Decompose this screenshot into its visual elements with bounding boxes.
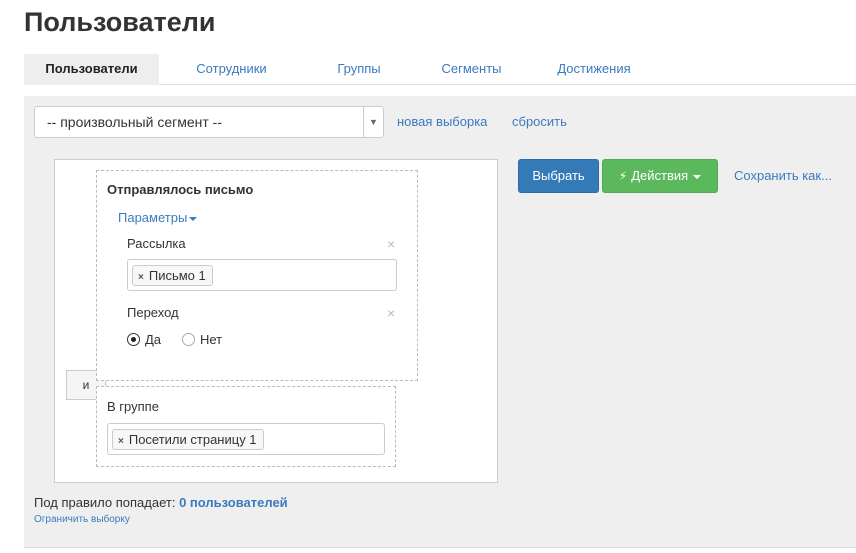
email-rule-group: Отправлялось письмо Параметры Рассылка ×… — [96, 170, 418, 381]
email-rule-title: Отправлялось письмо — [107, 182, 254, 197]
group-rule-group: В группе × Посетили страницу 1 — [96, 386, 396, 467]
triangle-down-icon[interactable]: ▼ — [363, 107, 383, 137]
summary-prefix: Под правило попадает: — [34, 495, 176, 510]
caret-down-icon — [693, 174, 702, 179]
tab-segments[interactable]: Сегменты — [414, 54, 529, 85]
new-selection-link[interactable]: новая выборка — [397, 114, 487, 130]
tag-remove-icon[interactable]: × — [118, 436, 124, 447]
group-tag-input[interactable]: × Посетили страницу 1 — [107, 423, 385, 455]
radio-yes-circle[interactable] — [127, 333, 140, 346]
tab-employees[interactable]: Сотрудники — [159, 54, 304, 85]
remove-mailing-icon[interactable]: × — [387, 237, 395, 251]
tab-achievements[interactable]: Достижения — [529, 54, 659, 85]
mailing-tag-label: Письмо 1 — [148, 268, 206, 283]
params-label: Параметры — [118, 210, 188, 225]
radio-yes[interactable]: Да — [127, 332, 167, 348]
group-tag-label: Посетили страницу 1 — [128, 432, 257, 447]
tag-remove-icon[interactable]: × — [138, 272, 144, 283]
radio-yes-label: Да — [145, 332, 162, 347]
reset-link[interactable]: сбросить — [512, 114, 567, 130]
transition-label: Переход — [127, 305, 179, 320]
params-dropdown[interactable]: Параметры — [118, 210, 198, 226]
segment-select-value: -- произвольный сегмент -- — [47, 114, 222, 130]
limit-selection-link[interactable]: Ограничить выборку — [34, 514, 130, 526]
mailing-tag: × Письмо 1 — [132, 265, 213, 286]
actions-label: Действия — [631, 168, 689, 183]
remove-transition-icon[interactable]: × — [387, 306, 395, 320]
mailing-tag-input[interactable]: × Письмо 1 — [127, 259, 397, 291]
rule-summary: Под правило попадает: 0 пользователей — [34, 495, 288, 511]
save-as-link[interactable]: Сохранить как... — [734, 168, 832, 184]
user-count-link[interactable]: 0 пользователей — [179, 495, 288, 510]
lightning-icon: ⚡ — [618, 169, 628, 183]
select-button[interactable]: Выбрать — [518, 159, 599, 193]
segment-panel: -- произвольный сегмент -- ▼ новая выбор… — [24, 96, 856, 548]
tab-users[interactable]: Пользователи — [24, 54, 159, 85]
rules-box: и Отправлялось письмо Параметры Рассылка… — [54, 159, 498, 483]
group-rule-title: В группе — [107, 399, 159, 414]
page-title: Пользователи — [24, 7, 216, 37]
radio-no-circle[interactable] — [182, 333, 195, 346]
caret-down-icon — [189, 216, 198, 221]
group-tag: × Посетили страницу 1 — [112, 429, 264, 450]
segment-select[interactable]: -- произвольный сегмент -- ▼ — [34, 106, 384, 138]
actions-dropdown-button[interactable]: ⚡ Действия — [602, 159, 718, 193]
tabs-bar: Пользователи Сотрудники Группы Сегменты … — [24, 54, 856, 85]
mailing-label: Рассылка — [127, 236, 186, 251]
radio-no[interactable]: Нет — [182, 332, 232, 348]
tab-groups[interactable]: Группы — [304, 54, 414, 85]
radio-no-label: Нет — [200, 332, 223, 347]
